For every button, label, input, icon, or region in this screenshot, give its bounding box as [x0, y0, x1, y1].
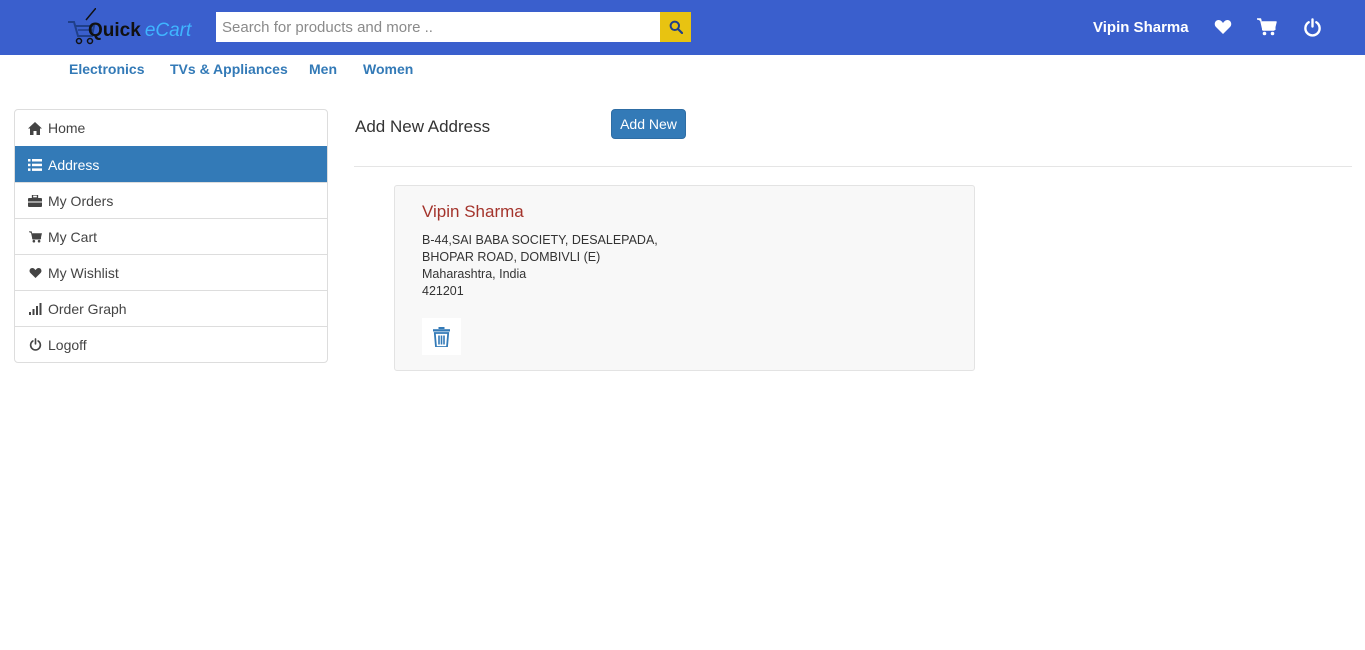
search-icon	[669, 20, 683, 34]
list-icon	[28, 158, 42, 172]
cart-button[interactable]	[1256, 16, 1278, 38]
heart-icon	[1214, 20, 1232, 34]
sidebar-item-address[interactable]: Address	[15, 146, 327, 182]
address-name: Vipin Sharma	[422, 202, 524, 221]
user-name-link[interactable]: Vipin Sharma	[1093, 19, 1189, 36]
sidebar-item-logoff[interactable]: Logoff	[15, 326, 327, 362]
add-new-address-button[interactable]: Add New	[611, 109, 686, 139]
sidebar-item-my-cart[interactable]: My Cart	[15, 218, 327, 254]
home-icon	[28, 121, 42, 135]
heart-icon	[28, 266, 42, 280]
address-line-1: B-44,SAI BABA SOCIETY, DESALEPADA,	[422, 233, 658, 247]
power-icon	[28, 338, 42, 352]
category-tvs-appliances[interactable]: TVs & Appliances	[170, 61, 288, 77]
address-card: Vipin Sharma B-44,SAI BABA SOCIETY, DESA…	[394, 185, 975, 371]
category-men[interactable]: Men	[309, 61, 337, 77]
wishlist-button[interactable]	[1212, 16, 1234, 38]
sidebar-item-label: Address	[48, 156, 100, 173]
sidebar-item-label: Home	[48, 120, 86, 136]
signal-icon	[28, 302, 42, 316]
brand-logo[interactable]: Quick eCart	[66, 2, 206, 46]
address-line-2: BHOPAR ROAD, DOMBIVLI (E)	[422, 250, 601, 264]
sidebar-item-label: My Orders	[48, 192, 114, 209]
delete-address-button[interactable]	[422, 318, 461, 355]
sidebar-item-order-graph[interactable]: Order Graph	[15, 290, 327, 326]
briefcase-icon	[28, 194, 42, 208]
logo-text: Quick eCart	[88, 20, 191, 42]
sidebar-item-label: My Cart	[48, 228, 97, 245]
logout-button[interactable]	[1301, 16, 1323, 38]
account-sidebar: Home Address My Orders My Cart My Wishli…	[14, 109, 328, 363]
sidebar-item-label: Logoff	[48, 336, 87, 353]
address-pincode: 421201	[422, 284, 464, 298]
divider	[354, 166, 1352, 167]
sidebar-item-home[interactable]: Home	[15, 110, 327, 146]
logo-text-ecart: eCart	[144, 20, 192, 41]
sidebar-item-label: My Wishlist	[48, 264, 119, 281]
address-state-country: Maharashtra, India	[422, 267, 527, 281]
search-input[interactable]	[216, 12, 660, 42]
sidebar-item-my-orders[interactable]: My Orders	[15, 182, 327, 218]
trash-icon	[433, 326, 450, 347]
logo-text-quick: Quick	[88, 20, 141, 41]
category-electronics[interactable]: Electronics	[69, 61, 144, 77]
power-icon	[1303, 17, 1321, 37]
category-women[interactable]: Women	[363, 61, 413, 77]
search-button[interactable]	[660, 12, 691, 42]
sidebar-item-my-wishlist[interactable]: My Wishlist	[15, 254, 327, 290]
cart-icon	[1257, 18, 1277, 36]
category-nav: Electronics TVs & Appliances Men Women	[0, 55, 1365, 85]
sidebar-item-label: Order Graph	[48, 300, 127, 317]
cart-icon	[28, 230, 42, 244]
top-navbar: QuickeCart Vipin Sharma	[0, 0, 1365, 55]
page-title: Add New Address	[355, 117, 491, 136]
